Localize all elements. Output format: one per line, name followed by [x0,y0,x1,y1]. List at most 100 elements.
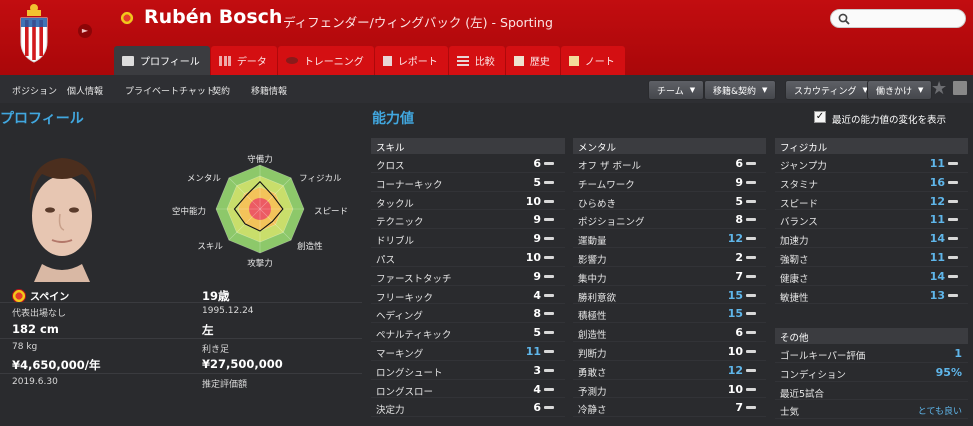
no-change-icon [746,368,756,372]
no-change-icon [544,387,554,391]
subnav-position[interactable]: ポジション [12,84,57,97]
attribute-row[interactable]: ペナルティキック 5 [371,323,565,342]
search-input[interactable] [830,9,966,28]
attribute-row[interactable]: タックル 10 [371,192,565,211]
attribute-value: 3 [533,363,541,377]
attribute-row[interactable]: 士気 とても良い [775,400,968,420]
profile-card-icon [122,55,134,66]
attribute-row[interactable]: パス 10 [371,248,565,267]
attribute-value: 11 [929,250,945,264]
player-photo [12,144,112,282]
attribute-value: 7 [735,269,743,283]
attribute-row[interactable]: 敏捷性 13 [775,286,968,305]
attribute-row[interactable]: チームワーク 9 [573,173,766,192]
attribute-row[interactable]: コーナーキック 5 [371,173,565,192]
attribute-row[interactable]: クロス 6 [371,154,565,173]
show-changes-checkbox[interactable]: ✓ [814,111,826,123]
attribute-row[interactable]: スタミナ 16 [775,173,968,192]
attribute-row[interactable]: 創造性 6 [573,323,766,342]
tab-compare[interactable]: 比較 [448,46,505,75]
attribute-row[interactable]: 最近5試合 [775,382,968,401]
no-change-icon [746,293,756,297]
attribute-value: 10 [727,344,743,358]
no-change-icon [746,349,756,353]
attribute-row[interactable]: 勝利意欲 15 [573,286,766,305]
attribute-name: 決定力 [376,405,405,417]
tab-training[interactable]: トレーニング [277,46,374,75]
attribute-row[interactable]: 判断力 10 [573,342,766,361]
attribute-row[interactable]: オフ ザ ボール 6 [573,154,766,173]
subnav-private-chat[interactable]: プライベートチャット [125,84,215,97]
attribute-row[interactable]: 強靭さ 11 [775,248,968,267]
header-bar: ► Rubén Bosch ディフェンダー/ウィングバック (左) - Spor… [0,0,973,75]
player-subtitle: ディフェンダー/ウィングバック (左) - Sporting [283,15,553,30]
subnav-personal-info[interactable]: 個人情報 [67,84,103,97]
no-change-icon [746,218,756,222]
attribute-row[interactable]: 加速力 14 [775,229,968,248]
history-book-icon [513,55,524,66]
shortlist-star-icon[interactable]: ★ [931,78,947,99]
approach-dropdown[interactable]: 働きかけ ▼ [867,80,933,100]
attribute-value: 15 [727,307,743,321]
no-change-icon [746,180,756,184]
tab-profile[interactable]: プロフィール [114,46,210,75]
subnav-transfer-info[interactable]: 移籍情報 [251,84,287,97]
team-dropdown[interactable]: チーム ▼ [648,80,705,100]
attribute-row[interactable]: スピード 12 [775,192,968,211]
attribute-row[interactable]: フリーキック 4 [371,286,565,305]
search-icon [838,13,850,25]
attribute-name: ロングスロー [376,386,434,398]
no-change-icon [746,406,756,410]
attribute-row[interactable]: ドリブル 9 [371,229,565,248]
attribute-group-header: スキル [371,138,565,154]
attribute-row[interactable]: 予測力 10 [573,380,766,399]
attribute-row[interactable]: 冷静さ 7 [573,398,766,418]
attribute-name: コーナーキック [376,179,443,191]
attribute-row[interactable]: 集中力 7 [573,267,766,286]
attribute-name: バランス [780,217,818,229]
attribute-row[interactable]: 健康さ 14 [775,267,968,286]
attribute-row[interactable]: バランス 11 [775,210,968,230]
attribute-value: 11 [525,344,541,358]
tab-data[interactable]: データ [210,46,277,75]
tab-history[interactable]: 歴史 [505,46,560,75]
attribute-row[interactable]: ひらめき 5 [573,192,766,211]
attribute-row[interactable]: 決定力 6 [371,398,565,418]
attribute-row[interactable]: 積極性 15 [573,304,766,324]
attribute-row[interactable]: ロングシュート 3 [371,361,565,380]
attribute-value: 6 [735,326,743,340]
radar-label: スキル [197,242,223,252]
club-crest-icon[interactable] [16,2,52,64]
attribute-row[interactable]: 影響力 2 [573,248,766,267]
scouting-dropdown[interactable]: スカウティング ▼ [785,80,877,100]
attribute-name: ゴールキーパー評価 [780,351,866,362]
attribute-value: 5 [735,194,743,208]
attribute-value: 13 [929,288,945,302]
note-pad-icon[interactable] [953,81,967,95]
chevron-down-icon: ▼ [689,86,696,94]
attribute-value: 5 [533,175,541,189]
attribute-row[interactable]: ポジショニング 8 [573,210,766,230]
attribute-value: 12 [727,363,743,377]
attribute-row[interactable]: ヘディング 8 [371,304,565,324]
skill-attributes: スキル クロス 6 コーナーキック 5 タックル 10 テクニック 9 ドリブル 9 パス 10 ファース… [371,138,565,418]
attribute-row[interactable]: コンディション 95% [775,363,968,382]
attribute-row[interactable]: ロングスロー 4 [371,380,565,399]
tab-notes[interactable]: ノート [560,46,625,75]
attribute-value: 12 [727,232,743,246]
attribute-row[interactable]: テクニック 9 [371,210,565,230]
attribute-row[interactable]: ファーストタッチ 9 [371,267,565,286]
attribute-row[interactable]: 運動量 12 [573,229,766,248]
attribute-row[interactable]: 勇敢さ 12 [573,361,766,380]
tab-report[interactable]: レポート [374,46,448,75]
transfer-contract-dropdown[interactable]: 移籍&契約 ▼ [704,80,777,100]
attribute-name: ペナルティキック [376,330,452,342]
header-menu-arrow-icon[interactable]: ► [78,24,92,38]
mental-attributes: メンタル オフ ザ ボール 6 チームワーク 9 ひらめき 5 ポジショニング 8 運動量 12 影響… [573,138,766,418]
attribute-name: オフ ザ ボール [578,161,642,172]
attribute-row[interactable]: ジャンプ力 11 [775,154,968,173]
attribute-row[interactable]: ゴールキーパー評価 1 [775,344,968,363]
attribute-name: 積極性 [578,311,607,323]
attribute-row[interactable]: マーキング 11 [371,342,565,361]
subnav-contract[interactable]: 契約 [212,84,230,97]
